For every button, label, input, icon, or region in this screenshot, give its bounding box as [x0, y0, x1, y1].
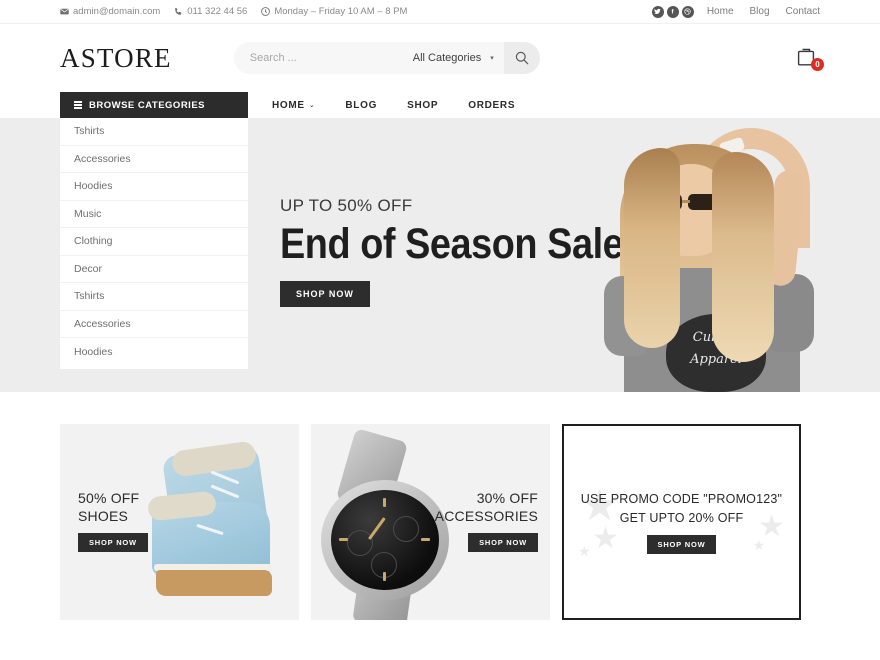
- watch-hour-marker: [383, 572, 386, 581]
- search-input[interactable]: [233, 52, 413, 64]
- category-item-hoodies-1[interactable]: Hoodies: [60, 173, 248, 201]
- browse-categories-button[interactable]: BROWSE CATEGORIES: [60, 92, 248, 118]
- cart-count-badge: 0: [811, 58, 824, 71]
- main-nav: HOME ⌄ BLOG SHOP ORDERS: [248, 92, 515, 118]
- promo-accessories-shop-now-button[interactable]: SHOP NOW: [468, 533, 538, 552]
- nav-item-shop[interactable]: SHOP: [407, 100, 438, 111]
- promo-cards: 50% OFF SHOES SHOP NOW 30% OFF ACCESSORI…: [0, 424, 880, 620]
- category-item-tshirts-1[interactable]: Tshirts: [60, 118, 248, 146]
- promo-shoes-line2: SHOES: [78, 507, 129, 524]
- page-root: admin@domain.com 011 322 44 56 Monday – …: [0, 0, 880, 660]
- search-bar: All Categories ▾: [233, 42, 540, 74]
- social-links: [651, 5, 694, 18]
- search-icon: [515, 51, 529, 65]
- watch-dial: [331, 490, 439, 590]
- category-item-music[interactable]: Music: [60, 201, 248, 228]
- category-item-tshirts-2[interactable]: Tshirts: [60, 283, 248, 311]
- main-nav-row: BROWSE CATEGORIES HOME ⌄ BLOG SHOP ORDER…: [0, 92, 880, 118]
- hero-shop-now-button[interactable]: SHOP NOW: [280, 281, 370, 308]
- watch-subdial: [347, 530, 373, 556]
- top-nav-item-home[interactable]: Home: [707, 6, 734, 17]
- hero-title: End of Season Sale: [280, 220, 624, 268]
- hero-banner: UP TO 50% OFF End of Season Sale SHOP NO…: [248, 118, 880, 392]
- watch-hour-marker: [383, 498, 386, 507]
- category-item-hoodies-2[interactable]: Hoodies: [60, 338, 248, 366]
- business-hours-text: Monday – Friday 10 AM – 8 PM: [274, 6, 408, 17]
- promo-card-shoes-text: 50% OFF SHOES SHOP NOW: [78, 490, 148, 552]
- business-hours: Monday – Friday 10 AM – 8 PM: [261, 6, 407, 17]
- promo-card-accessories[interactable]: 30% OFF ACCESSORIES SHOP NOW: [311, 424, 550, 620]
- envelope-icon: [60, 7, 69, 16]
- list-icon: [74, 101, 82, 109]
- category-item-decor[interactable]: Decor: [60, 256, 248, 283]
- watch-subdial: [393, 516, 419, 542]
- category-item-accessories-2[interactable]: Accessories: [60, 311, 248, 338]
- chevron-down-icon: ▾: [490, 55, 494, 62]
- star-icon: ★: [578, 543, 591, 559]
- top-nav-item-contact[interactable]: Contact: [786, 6, 820, 17]
- category-panel: Tshirts Accessories Hoodies Music Clothi…: [60, 118, 248, 369]
- promo-accessories-line1: 30% OFF: [476, 490, 538, 506]
- category-select-label: All Categories: [412, 52, 482, 64]
- promo-shoes-line1: 50% OFF: [78, 490, 140, 506]
- top-bar: admin@domain.com 011 322 44 56 Monday – …: [0, 0, 880, 24]
- site-logo[interactable]: ASTORE: [60, 43, 172, 74]
- top-nav: Home Blog Contact: [707, 6, 820, 17]
- nav-item-orders[interactable]: ORDERS: [468, 100, 515, 111]
- category-item-clothing[interactable]: Clothing: [60, 228, 248, 256]
- top-nav-item-blog[interactable]: Blog: [750, 6, 770, 17]
- twitter-icon[interactable]: [651, 5, 664, 18]
- top-bar-right: Home Blog Contact: [651, 5, 820, 18]
- promo-code-line1: USE PROMO CODE "PROMO123": [580, 492, 783, 507]
- clock-icon: [261, 7, 271, 16]
- contact-phone[interactable]: 011 322 44 56: [174, 6, 247, 17]
- star-icon: ★: [752, 537, 765, 553]
- dribbble-icon[interactable]: [681, 5, 694, 18]
- nav-item-home-label: HOME: [272, 99, 305, 111]
- browse-categories-label: BROWSE CATEGORIES: [89, 99, 205, 111]
- promo-accessories-line2: ACCESSORIES: [434, 507, 538, 524]
- promo-card-promocode[interactable]: ★ ★ ★ ★ ★ USE PROMO CODE "PROMO123" GET …: [562, 424, 801, 620]
- promo-shoes-shop-now-button[interactable]: SHOP NOW: [78, 533, 148, 552]
- model-illustration: Culprit Apparel: [574, 118, 874, 392]
- nav-item-blog[interactable]: BLOG: [345, 100, 377, 111]
- hero-band: Tshirts Accessories Hoodies Music Clothi…: [0, 118, 880, 392]
- watch-hour-marker: [421, 538, 430, 541]
- star-icon: ★: [592, 522, 619, 555]
- category-item-accessories-1[interactable]: Accessories: [60, 146, 248, 173]
- category-select[interactable]: All Categories ▾: [413, 52, 504, 64]
- watch-hand: [368, 517, 386, 540]
- promo-code-box: ★ ★ ★ ★ ★ USE PROMO CODE "PROMO123" GET …: [562, 424, 801, 620]
- promo-card-accessories-text: 30% OFF ACCESSORIES SHOP NOW: [435, 490, 538, 552]
- site-header: ASTORE All Categories ▾ 0: [0, 24, 880, 92]
- chevron-down-icon: ⌄: [308, 102, 316, 109]
- model-hair-right: [712, 152, 774, 362]
- promo-code-line2: GET UPTO 20% OFF: [619, 510, 744, 525]
- promo-code-shop-now-button[interactable]: SHOP NOW: [646, 534, 717, 554]
- phone-icon: [174, 7, 183, 16]
- model-sleeve-right: [770, 274, 814, 352]
- promo-card-shoes[interactable]: 50% OFF SHOES SHOP NOW: [60, 424, 299, 620]
- boot-sole: [156, 570, 272, 596]
- cart-button[interactable]: 0: [794, 45, 824, 71]
- top-bar-contact-info: admin@domain.com 011 322 44 56 Monday – …: [60, 6, 407, 17]
- watch-hour-marker: [339, 538, 348, 541]
- model-hair-left: [624, 148, 680, 348]
- hero-image: Culprit Apparel: [574, 118, 874, 392]
- contact-phone-text: 011 322 44 56: [187, 6, 248, 17]
- facebook-icon[interactable]: [666, 5, 679, 18]
- contact-email-text: admin@domain.com: [73, 6, 161, 17]
- contact-email[interactable]: admin@domain.com: [60, 6, 160, 17]
- nav-item-home[interactable]: HOME ⌄: [272, 100, 315, 111]
- search-button[interactable]: [503, 42, 540, 74]
